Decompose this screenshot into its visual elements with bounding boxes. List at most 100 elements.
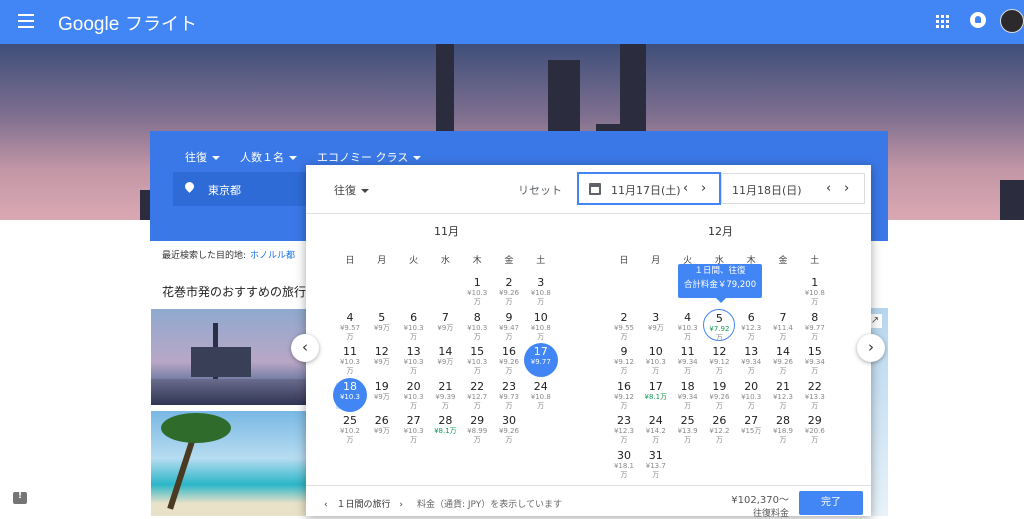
calendar-day[interactable]: 13 ¥9.34 万 xyxy=(735,343,767,377)
calendar-day[interactable]: 25 ¥10.2 万 xyxy=(334,412,366,446)
calendar-day[interactable]: 14 ¥9.26 万 xyxy=(767,343,799,377)
day-price-unit: 万 xyxy=(410,367,418,375)
passengers-dropdown[interactable]: 人数１名 xyxy=(240,149,297,165)
notification-bell-icon[interactable] xyxy=(970,12,986,28)
calendar-day[interactable]: 9 ¥9.47 万 xyxy=(493,309,525,343)
calendar-day[interactable]: 22 ¥13.3 万 xyxy=(799,378,831,412)
calendar-day[interactable]: 30 ¥18.1 万 xyxy=(608,447,640,481)
day-price-unit: 万 xyxy=(811,298,819,306)
calendar-day[interactable]: 27 ¥10.3 万 xyxy=(398,412,430,446)
trip-length-decrease-icon[interactable]: ‹ xyxy=(324,500,328,510)
calendar-day[interactable]: 16 ¥9.12 万 xyxy=(608,378,640,412)
calendar-day[interactable]: 31 ¥13.7 万 xyxy=(640,447,672,481)
calendar-day[interactable]: 27 ¥15万 xyxy=(735,412,767,446)
destination-card-beach[interactable] xyxy=(151,411,306,516)
calendar-day[interactable]: 17 ¥8.1万 xyxy=(640,378,672,412)
calendar-day[interactable]: 7 ¥11.4 万 xyxy=(767,309,799,343)
calendar-day[interactable]: 14 ¥9万 xyxy=(429,343,461,377)
return-date-field[interactable]: 11月18日(日) ‹ › xyxy=(721,173,865,204)
calendar-day[interactable]: 29 ¥20.6 万 xyxy=(799,412,831,446)
menu-icon[interactable] xyxy=(18,14,34,28)
calendar-day[interactable]: 30 ¥9.26 万 xyxy=(493,412,525,446)
calendar-day[interactable]: 18 ¥9.34 万 xyxy=(672,378,704,412)
calendar-day[interactable]: 20 ¥10.3 万 xyxy=(398,378,430,412)
calendar-day[interactable]: 19 ¥9万 xyxy=(366,378,398,412)
calendar-day[interactable]: 4 ¥10.3 万 xyxy=(672,309,704,343)
calendar-day[interactable]: 12 ¥9.12 万 xyxy=(703,343,735,377)
divider xyxy=(306,213,871,214)
calendar-next-button[interactable]: › xyxy=(857,334,885,362)
calendar-day[interactable]: 2 ¥9.55 万 xyxy=(608,309,640,343)
calendar-day[interactable]: 23 ¥12.3 万 xyxy=(608,412,640,446)
calendar-day[interactable]: 7 ¥9万 xyxy=(429,309,461,343)
picker-trip-type-dropdown[interactable]: 往復 xyxy=(334,182,369,198)
done-button[interactable]: 完了 xyxy=(799,491,863,515)
app-logo[interactable]: Google フライト xyxy=(58,10,197,36)
calendar-day[interactable]: 24 ¥10.8 万 xyxy=(525,378,557,412)
calendar-day[interactable]: 8 ¥9.77 万 xyxy=(799,309,831,343)
calendar-day[interactable]: 21 ¥12.3 万 xyxy=(767,378,799,412)
total-price: ¥102,370〜 往復料金 xyxy=(731,495,789,519)
calendar-day[interactable]: 23 ¥9.73 万 xyxy=(493,378,525,412)
calendar-day[interactable]: 24 ¥14.2 万 xyxy=(640,412,672,446)
calendar-day[interactable]: 28 ¥8.1万 xyxy=(429,412,461,446)
reset-button[interactable]: リセット xyxy=(518,182,562,198)
apps-grid-icon[interactable] xyxy=(936,15,950,29)
calendar-day[interactable]: 3 ¥9万 xyxy=(640,309,672,343)
day-price: ¥10.8 xyxy=(530,392,551,401)
calendar-day[interactable]: 13 ¥10.3 万 xyxy=(398,343,430,377)
calendar-day[interactable]: 21 ¥9.39 万 xyxy=(429,378,461,412)
trip-length-increase-icon[interactable]: › xyxy=(399,500,403,510)
calendar-day[interactable]: 15 ¥10.3 万 xyxy=(461,343,493,377)
departure-next-icon[interactable]: › xyxy=(701,181,706,196)
calendar-day[interactable]: 20 ¥10.3 万 xyxy=(735,378,767,412)
weekday-label: 日 xyxy=(619,256,629,266)
calendar-day[interactable]: 18 ¥10.3 xyxy=(333,377,367,412)
departure-date-field[interactable]: 11月17日(土) ‹ › xyxy=(577,172,721,205)
calendar-day[interactable]: 9 ¥9.12 万 xyxy=(608,343,640,377)
calendar-day[interactable]: 4 ¥9.57 万 xyxy=(334,309,366,343)
calendar-day[interactable]: 12 ¥9万 xyxy=(366,343,398,377)
feedback-icon[interactable] xyxy=(13,491,27,504)
calendar-day[interactable]: 3 ¥10.8 万 xyxy=(525,274,557,308)
return-next-icon[interactable]: › xyxy=(844,181,849,196)
calendar-day[interactable]: 26 ¥12.2 万 xyxy=(703,412,735,446)
trip-type-dropdown[interactable]: 往復 xyxy=(185,149,220,165)
calendar-day[interactable]: 5 ¥9万 xyxy=(366,309,398,343)
day-number: 16 xyxy=(617,379,631,393)
calendar-day[interactable]: 1 ¥10.3 万 xyxy=(461,274,493,308)
calendar-day[interactable]: 6 ¥10.3 万 xyxy=(398,309,430,343)
calendar-day[interactable]: 15 ¥9.34 万 xyxy=(799,343,831,377)
calendar-day[interactable]: 6 ¥12.3 万 xyxy=(735,309,767,343)
day-price-unit: 万 xyxy=(620,367,628,375)
trip-length-control[interactable]: ‹ １日間の旅行 › xyxy=(324,497,403,510)
calendar-day[interactable]: 25 ¥13.9 万 xyxy=(672,412,704,446)
calendar-day[interactable]: 11 ¥9.34 万 xyxy=(672,343,704,377)
calendar-day[interactable]: 10 ¥10.8 万 xyxy=(525,309,557,343)
avatar[interactable] xyxy=(1000,9,1024,33)
day-number: 10 xyxy=(533,310,548,324)
calendar-day[interactable]: 17 ¥9.77 xyxy=(523,343,558,377)
calendar-day[interactable]: 26 ¥9万 xyxy=(366,412,398,446)
calendar-prev-button[interactable]: ‹ xyxy=(291,334,319,362)
calendar-day[interactable]: 22 ¥12.7 万 xyxy=(461,378,493,412)
calendar-day[interactable]: 11 ¥10.3 万 xyxy=(334,343,366,377)
calendar-day[interactable]: 29 ¥8.99 万 xyxy=(461,412,493,446)
calendar-day[interactable]: 8 ¥10.3 万 xyxy=(461,309,493,343)
day-price: ¥10.3 xyxy=(403,358,424,366)
cabin-class-dropdown[interactable]: エコノミー クラス xyxy=(317,149,422,165)
calendar-day[interactable]: 2 ¥9.26 万 xyxy=(493,274,525,308)
origin-field[interactable]: 東京都 xyxy=(173,172,313,206)
calendar-day[interactable]: 10 ¥10.3 万 xyxy=(640,343,672,377)
calendar-day[interactable]: 1 ¥10.8 万 xyxy=(799,274,831,308)
departure-prev-icon[interactable]: ‹ xyxy=(683,181,688,196)
destination-card-city[interactable] xyxy=(151,309,306,405)
return-prev-icon[interactable]: ‹ xyxy=(826,181,831,196)
calendar-day[interactable]: 16 ¥9.26 万 xyxy=(493,343,525,377)
weekday-label: 月 xyxy=(651,256,661,266)
calendar-day[interactable]: 28 ¥18.9 万 xyxy=(767,412,799,446)
calendar-day[interactable]: 19 ¥9.26 万 xyxy=(703,378,735,412)
weekday-label: 土 xyxy=(536,256,546,266)
calendar-day[interactable]: 5 ¥7.92 万 xyxy=(703,308,736,342)
recent-destination-link[interactable]: ホノルル都 xyxy=(250,251,295,261)
